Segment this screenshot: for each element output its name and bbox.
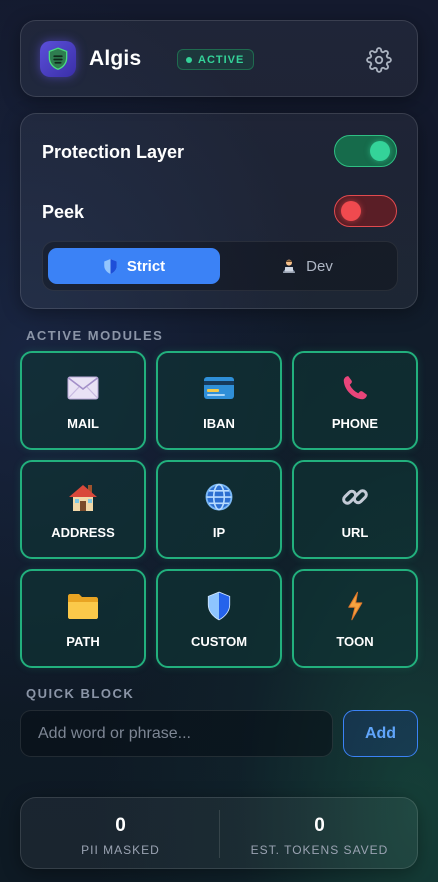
lightning-icon [294, 591, 416, 621]
module-mail-label: MAIL [67, 416, 99, 431]
technologist-icon [283, 259, 296, 273]
tokens-saved-value: 0 [314, 815, 325, 836]
module-path[interactable]: PATH [20, 569, 146, 668]
module-iban[interactable]: IBAN [156, 351, 282, 450]
app-title: Algis [89, 47, 142, 70]
module-url[interactable]: URL [292, 460, 418, 559]
module-ip-label: IP [212, 525, 226, 540]
quick-block-input[interactable] [20, 710, 333, 757]
shield-icon [158, 591, 280, 621]
stat-tokens-saved: 0 EST. TOKENS SAVED [220, 798, 419, 870]
mode-dev-label: Dev [306, 257, 333, 275]
peek-label: Peek [42, 202, 85, 222]
module-ip[interactable]: IP [156, 460, 282, 559]
pii-masked-value: 0 [115, 815, 126, 836]
mode-dev-button[interactable]: Dev [221, 248, 393, 284]
protection-layer-label: Protection Layer [42, 142, 185, 162]
toggle-knob [370, 141, 390, 161]
tokens-saved-label: EST. TOKENS SAVED [250, 843, 389, 857]
toggle-knob [341, 201, 361, 221]
module-custom[interactable]: CUSTOM [156, 569, 282, 668]
gear-icon [366, 47, 392, 73]
envelope-icon [22, 373, 144, 403]
stat-pii-masked: 0 PII MASKED [21, 798, 220, 870]
globe-icon [158, 482, 280, 512]
module-toon-label: TOON [336, 634, 374, 649]
module-address[interactable]: ADDRESS [20, 460, 146, 559]
quick-block-section-label: QUICK BLOCK [26, 686, 135, 701]
module-path-label: PATH [66, 634, 100, 649]
mode-selector: Strict Dev [42, 241, 398, 291]
status-dot-icon [186, 56, 192, 63]
module-toon[interactable]: TOON [292, 569, 418, 668]
module-phone[interactable]: PHONE [292, 351, 418, 450]
settings-button[interactable] [365, 46, 393, 74]
module-url-label: URL [341, 525, 369, 540]
modules-section-label: ACTIVE MODULES [26, 328, 164, 343]
add-button[interactable]: Add [343, 710, 418, 757]
shield-logo-icon [40, 41, 76, 77]
folder-icon [22, 591, 144, 621]
house-icon [22, 482, 144, 512]
shield-icon [104, 258, 117, 274]
phone-icon [294, 373, 416, 403]
pii-masked-label: PII MASKED [81, 843, 160, 857]
settings-card: Protection Layer Peek Strict Dev [20, 113, 418, 309]
credit-card-icon [158, 373, 280, 403]
module-iban-label: IBAN [203, 416, 235, 431]
mode-strict-label: Strict [126, 257, 166, 275]
stats-card: 0 PII MASKED 0 EST. TOKENS SAVED [20, 797, 418, 869]
module-mail[interactable]: MAIL [20, 351, 146, 450]
status-badge: ACTIVE [177, 49, 255, 70]
status-text: ACTIVE [198, 53, 245, 66]
module-address-label: ADDRESS [51, 525, 115, 540]
link-icon [294, 482, 416, 512]
peek-toggle[interactable] [334, 195, 397, 227]
header-card: Algis ACTIVE [20, 20, 418, 97]
module-phone-label: PHONE [331, 416, 379, 431]
module-custom-label: CUSTOM [190, 634, 248, 649]
mode-strict-button[interactable]: Strict [48, 248, 220, 284]
protection-layer-toggle[interactable] [334, 135, 397, 167]
